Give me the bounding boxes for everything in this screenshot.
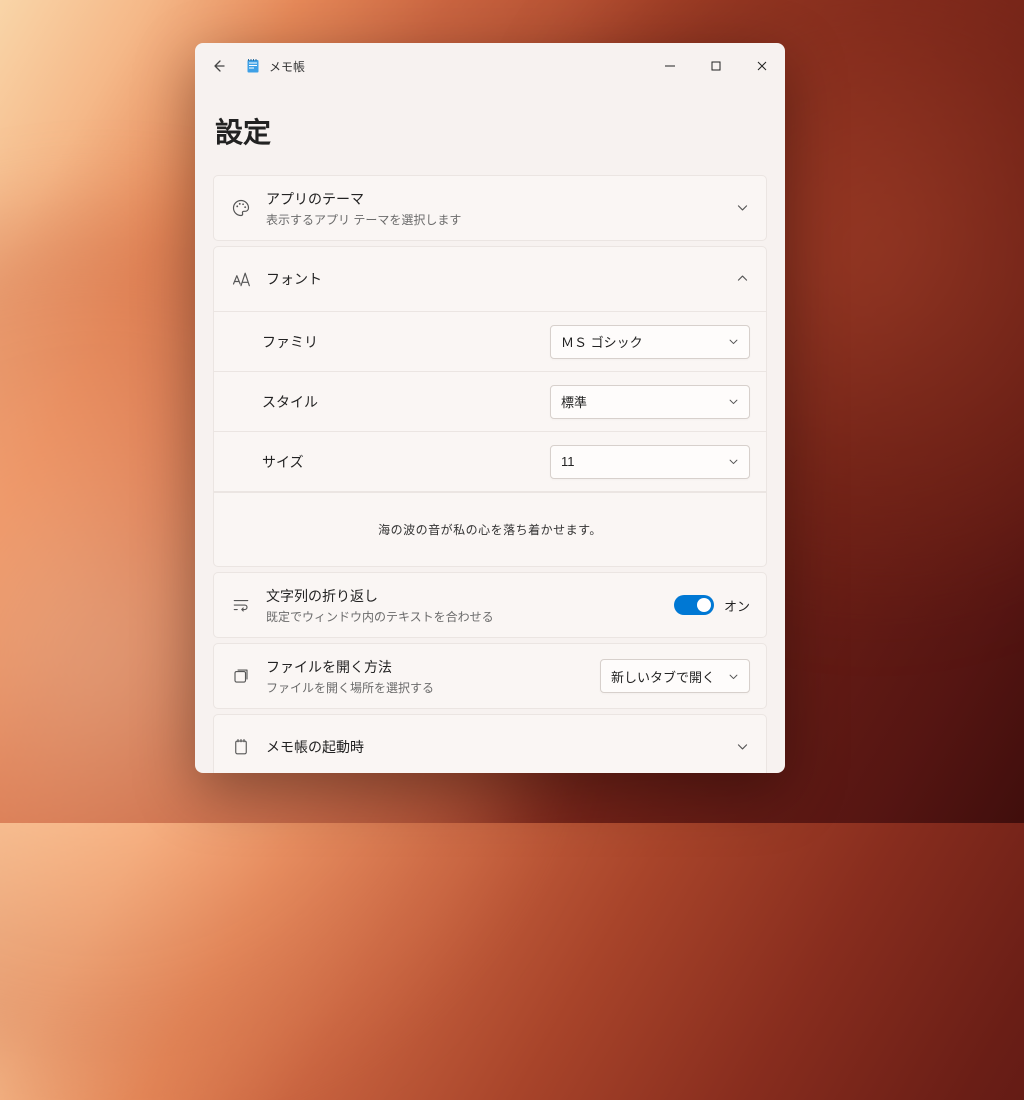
app-window: メモ帳 設定 アプリのテーマ 表示するアプリ テーマ: [195, 43, 785, 773]
open-title: ファイルを開く方法: [266, 657, 434, 677]
theme-subtitle: 表示するアプリ テーマを選択します: [266, 211, 461, 228]
wrap-toggle[interactable]: [674, 595, 714, 615]
wrap-toggle-label: オン: [724, 596, 750, 615]
font-style-value: 標準: [561, 392, 587, 411]
back-arrow-icon: [211, 58, 227, 74]
setting-font: フォント ファミリ ＭＳ ゴシック: [213, 246, 767, 567]
titlebar-left: メモ帳: [201, 48, 305, 84]
font-style-row: スタイル 標準: [214, 372, 766, 432]
window-new-icon: [230, 665, 252, 687]
font-icon: [230, 268, 252, 290]
setting-startup[interactable]: メモ帳の起動時: [213, 714, 767, 773]
chevron-down-icon: [736, 740, 750, 754]
minimize-button[interactable]: [647, 50, 693, 82]
font-family-row: ファミリ ＭＳ ゴシック: [214, 312, 766, 372]
open-mode-select[interactable]: 新しいタブで開く: [600, 659, 750, 693]
close-button[interactable]: [739, 50, 785, 82]
font-preview: 海の波の音が私の心を落ち着かせます。: [214, 492, 766, 566]
font-title: フォント: [266, 269, 322, 289]
wrap-subtitle: 既定でウィンドウ内のテキストを合わせる: [266, 608, 494, 625]
back-button[interactable]: [201, 48, 237, 84]
font-size-select[interactable]: 11: [550, 445, 750, 479]
font-style-select[interactable]: 標準: [550, 385, 750, 419]
theme-title: アプリのテーマ: [266, 189, 461, 209]
startup-title: メモ帳の起動時: [266, 737, 364, 757]
font-family-value: ＭＳ ゴシック: [561, 332, 643, 351]
font-size-row: サイズ 11: [214, 432, 766, 492]
font-size-label: サイズ: [262, 452, 304, 472]
chevron-down-icon: [736, 201, 750, 215]
font-family-select[interactable]: ＭＳ ゴシック: [550, 325, 750, 359]
notepad-icon: [245, 58, 261, 74]
settings-content[interactable]: 設定 アプリのテーマ 表示するアプリ テーマを選択します: [195, 89, 785, 773]
maximize-button[interactable]: [693, 50, 739, 82]
setting-word-wrap: 文字列の折り返し 既定でウィンドウ内のテキストを合わせる オン: [213, 572, 767, 638]
open-subtitle: ファイルを開く場所を選択する: [266, 679, 434, 696]
chevron-down-icon: [728, 671, 739, 682]
font-expanded-body: ファミリ ＭＳ ゴシック スタイル 標準: [214, 311, 766, 566]
app-title: メモ帳: [269, 58, 305, 75]
font-size-value: 11: [561, 454, 575, 469]
chevron-down-icon: [728, 396, 739, 407]
chevron-down-icon: [728, 456, 739, 467]
page-title: 設定: [215, 111, 767, 151]
wrap-icon: [230, 594, 252, 616]
wrap-title: 文字列の折り返し: [266, 586, 494, 606]
palette-icon: [230, 197, 252, 219]
maximize-icon: [711, 61, 721, 71]
font-header-row[interactable]: フォント: [214, 247, 766, 311]
window-controls: [647, 50, 785, 82]
font-family-label: ファミリ: [262, 332, 318, 352]
titlebar: メモ帳: [195, 43, 785, 89]
chevron-up-icon: [736, 272, 750, 286]
setting-app-theme[interactable]: アプリのテーマ 表示するアプリ テーマを選択します: [213, 175, 767, 241]
minimize-icon: [665, 61, 675, 71]
setting-open-files: ファイルを開く方法 ファイルを開く場所を選択する 新しいタブで開く: [213, 643, 767, 709]
close-icon: [757, 61, 767, 71]
notepad-outline-icon: [230, 736, 252, 758]
open-mode-value: 新しいタブで開く: [611, 667, 715, 686]
chevron-down-icon: [728, 336, 739, 347]
font-style-label: スタイル: [262, 392, 318, 412]
